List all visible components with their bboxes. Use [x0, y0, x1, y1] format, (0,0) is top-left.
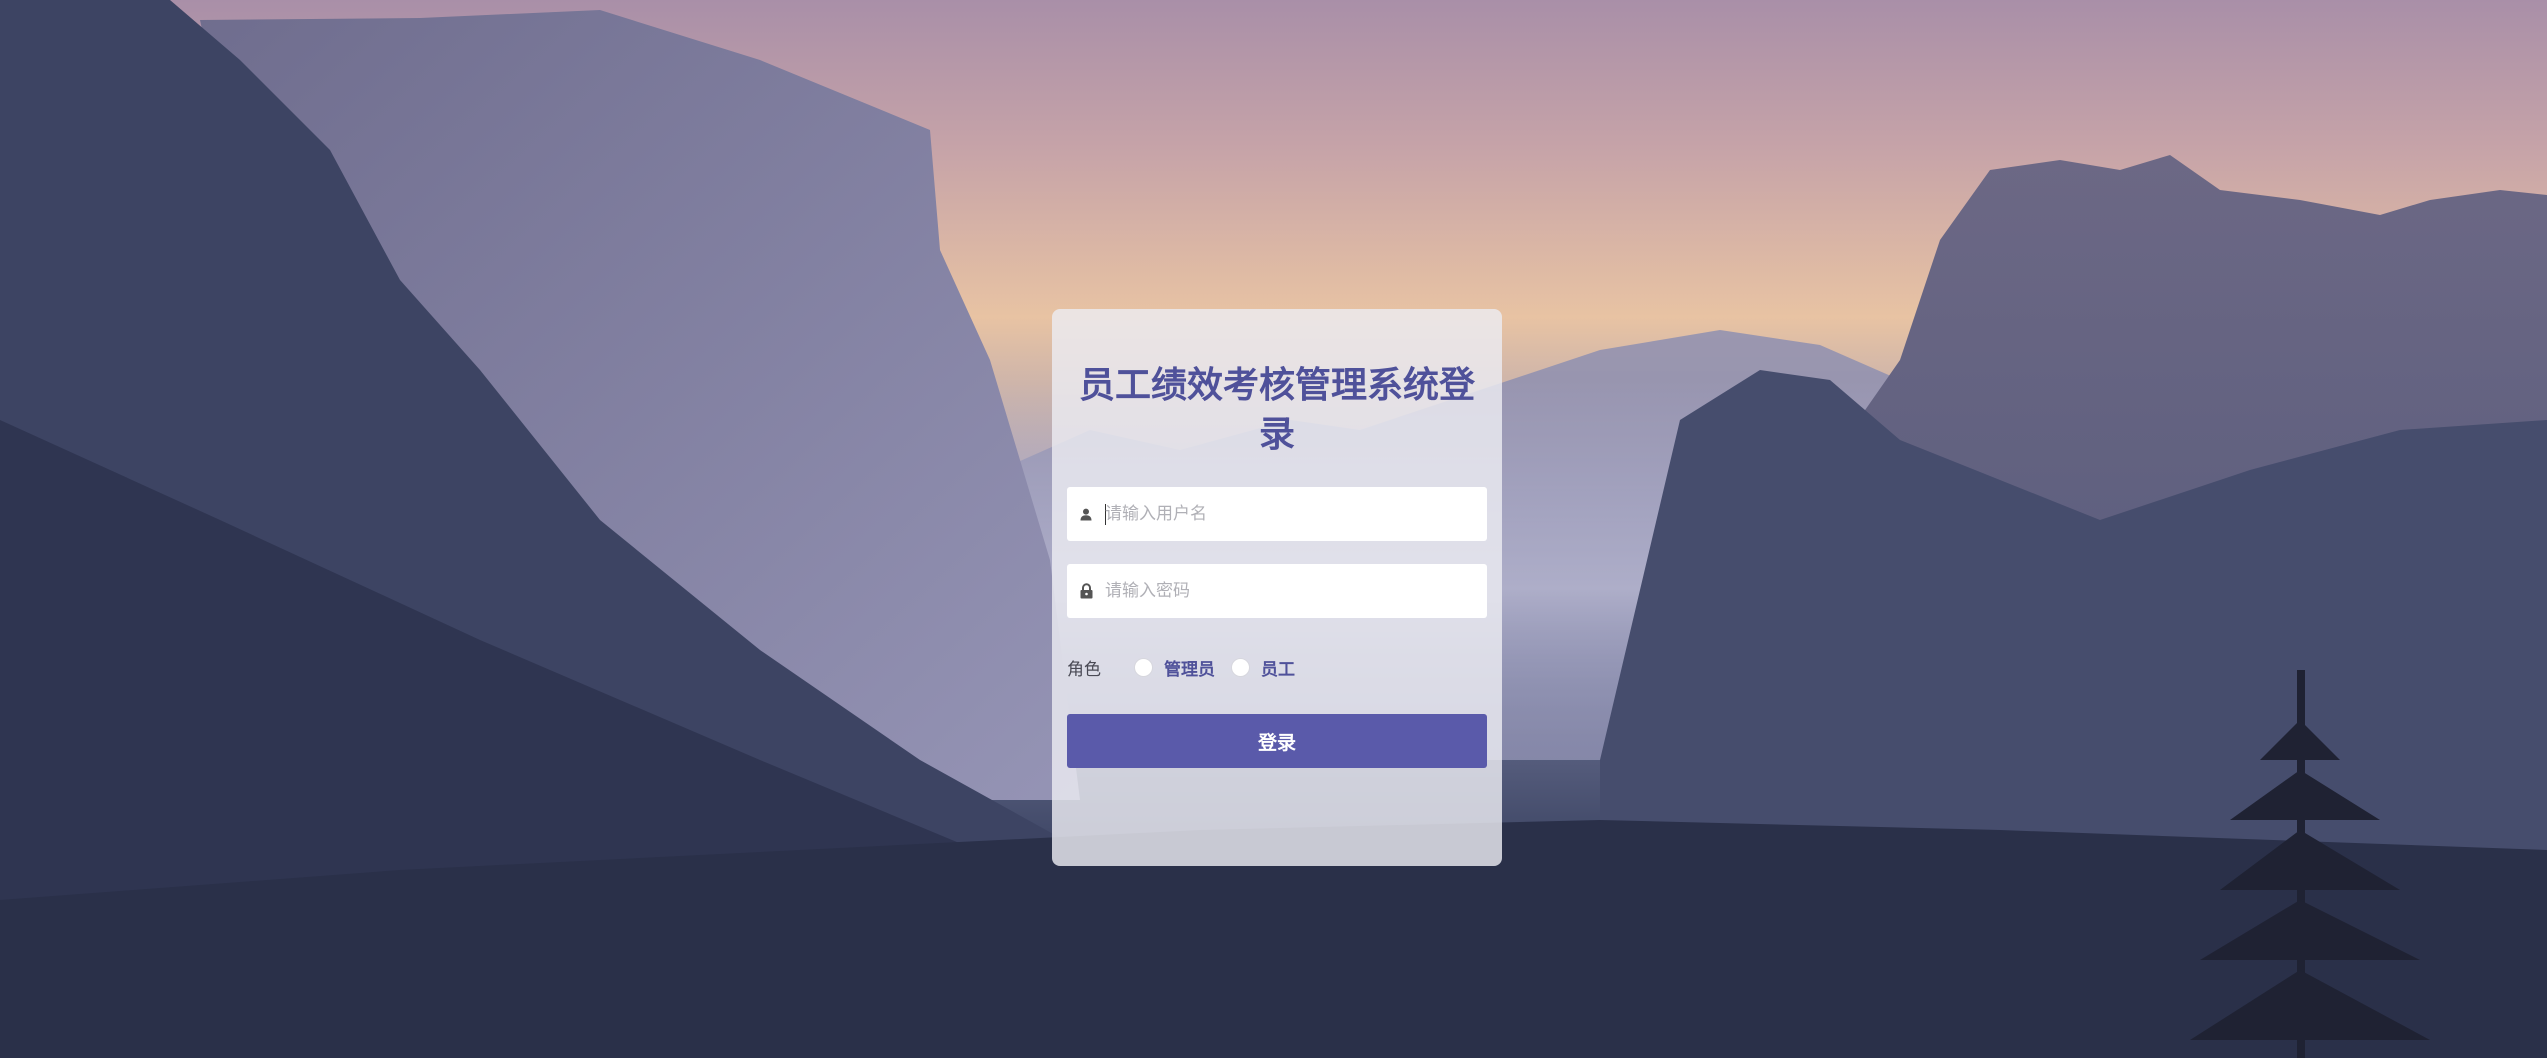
role-label: 角色: [1067, 659, 1101, 680]
password-field[interactable]: [1067, 564, 1487, 618]
page-title: 员工绩效考核管理系统登录: [1078, 365, 1475, 455]
radio-circle[interactable]: [1134, 657, 1153, 677]
role-selector: 角色 管理员 员工: [1067, 652, 1487, 682]
login-button[interactable]: 登录: [1067, 714, 1487, 768]
username-field[interactable]: [1067, 487, 1487, 541]
role-radio-admin[interactable]: 管理员: [1134, 655, 1215, 680]
lock-icon: [1079, 564, 1093, 618]
login-card: 员工绩效考核管理系统登录 角色 管理员 员工: [1052, 309, 1502, 866]
role-option-label[interactable]: 管理员: [1164, 655, 1215, 680]
radio-circle[interactable]: [1231, 657, 1250, 677]
role-radio-employee[interactable]: 员工: [1231, 655, 1295, 680]
username-input[interactable]: [1105, 487, 1475, 541]
password-input[interactable]: [1105, 564, 1475, 618]
role-option-label[interactable]: 员工: [1261, 655, 1295, 680]
user-icon: [1079, 487, 1093, 541]
